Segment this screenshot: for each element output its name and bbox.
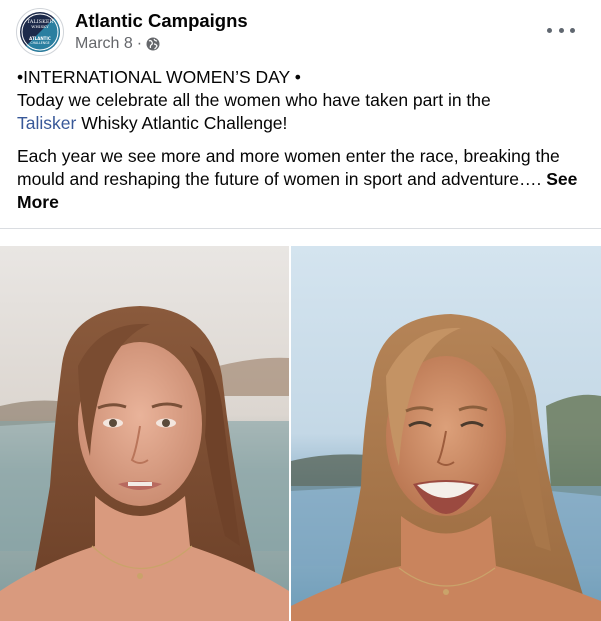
svg-text:WHISKY: WHISKY — [31, 24, 49, 29]
post-text: •INTERNATIONAL WOMEN’S DAY • Today we ce… — [17, 66, 589, 214]
post-text-paragraph-2: Each year we see more and more women ent… — [17, 145, 589, 214]
post-heading: •INTERNATIONAL WOMEN’S DAY • — [17, 67, 301, 87]
talisker-link[interactable]: Talisker — [17, 113, 76, 133]
post-header: TALISKER WHISKY ATLANTIC CHALLENGE Atlan… — [16, 8, 585, 60]
more-options-icon[interactable] — [547, 20, 575, 40]
dot — [570, 27, 575, 33]
post-paragraph-2-text: Each year we see more and more women ent… — [17, 146, 560, 189]
photo-portrait-right[interactable] — [291, 246, 601, 621]
dot — [558, 27, 564, 33]
divider — [0, 228, 601, 229]
photo-portrait-left[interactable] — [0, 246, 289, 621]
atlantic-campaigns-logo: TALISKER WHISKY ATLANTIC CHALLENGE — [20, 12, 60, 52]
avatar[interactable]: TALISKER WHISKY ATLANTIC CHALLENGE — [16, 8, 64, 56]
post-text-paragraph-1: •INTERNATIONAL WOMEN’S DAY • Today we ce… — [17, 66, 589, 135]
facebook-post: TALISKER WHISKY ATLANTIC CHALLENGE Atlan… — [0, 0, 601, 621]
post-line-3: Whisky Atlantic Challenge! — [76, 113, 288, 133]
photo-grid — [0, 246, 601, 621]
post-date[interactable]: March 8 — [75, 35, 133, 53]
globe-icon[interactable] — [146, 37, 160, 51]
page-name[interactable]: Atlantic Campaigns — [75, 10, 248, 32]
meta-separator: · — [136, 35, 143, 52]
svg-text:CHALLENGE: CHALLENGE — [30, 41, 49, 45]
post-meta: March 8 · — [75, 35, 160, 53]
dot — [547, 27, 552, 33]
post-line-2: Today we celebrate all the women who hav… — [17, 90, 491, 110]
